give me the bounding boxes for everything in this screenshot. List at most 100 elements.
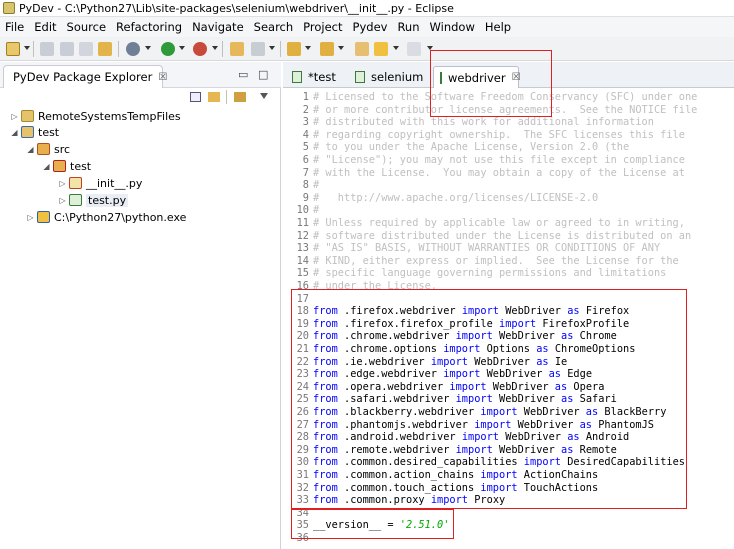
back-icon[interactable] — [374, 42, 388, 56]
comment: # software distributed under the License… — [313, 229, 692, 242]
line-number: 4 — [302, 128, 309, 141]
pin-dropdown-icon[interactable] — [269, 46, 275, 50]
python-init-icon — [69, 177, 82, 189]
menu-search[interactable]: Search — [249, 20, 299, 34]
menu-source[interactable]: Source — [62, 20, 112, 34]
menu-edit[interactable]: Edit — [29, 20, 61, 34]
maximize-icon[interactable]: □ — [258, 68, 268, 81]
external-tools-dropdown-icon[interactable] — [212, 46, 218, 50]
code-line: 14 # KIND, either express or implied. See… — [283, 255, 679, 268]
code-line: 5 # to you under the Apache License, Vers… — [283, 141, 629, 154]
line-number: 1 — [302, 91, 309, 103]
code-line: 13 # "AS IS" BASIS, WITHOUT WARRANTIES OR… — [283, 242, 661, 255]
new-icon[interactable] — [6, 42, 20, 56]
menu-window[interactable]: Window — [425, 20, 480, 34]
collapse-icon[interactable]: ◢ — [10, 128, 19, 137]
minimize-icon[interactable]: ▭ — [238, 68, 248, 81]
tab-pydev-package-explorer[interactable]: PyDev Package Explorer ☒ — [3, 65, 167, 88]
tree-item-label: test.py — [86, 193, 129, 207]
back-dropdown-icon[interactable] — [393, 46, 399, 50]
line-number: 9 — [302, 191, 309, 204]
menu-refactoring[interactable]: Refactoring — [111, 20, 187, 34]
tree-item-label: RemoteSystemsTempFiles — [38, 109, 181, 123]
tab-selenium[interactable]: selenium — [349, 66, 429, 88]
code-line: 7 # with the License. You may obtain a co… — [283, 167, 685, 180]
toolbar-separator — [222, 41, 223, 57]
comment: # distributed with this work for additio… — [313, 116, 654, 129]
expand-icon[interactable]: ▷ — [10, 112, 19, 121]
expand-icon[interactable]: ▷ — [58, 196, 67, 205]
menu-help[interactable]: Help — [480, 20, 516, 34]
menu-pydev[interactable]: Pydev — [348, 20, 393, 34]
forward-icon[interactable] — [407, 42, 421, 56]
previous-annotation-dropdown-icon[interactable] — [338, 46, 344, 50]
toolbar-separator — [33, 41, 34, 57]
previous-annotation-icon[interactable] — [320, 42, 334, 56]
collapse-icon[interactable]: ◢ — [42, 162, 51, 171]
package-explorer-tabbar: PyDev Package Explorer ☒ ▭ □ — [0, 62, 281, 88]
tree-item-test-py[interactable]: ▷ test.py — [58, 192, 129, 208]
tree-item-python-interpreter[interactable]: ▷ C:\Python27\python.exe — [26, 209, 186, 225]
comment: # Unless required by applicable law or a… — [313, 217, 685, 229]
run-icon[interactable] — [161, 42, 175, 56]
menu-project[interactable]: Project — [298, 20, 347, 34]
pin-icon[interactable] — [251, 42, 265, 56]
tree-item-label: test — [70, 159, 92, 173]
collapse-icon[interactable]: ◢ — [26, 145, 35, 154]
next-annotation-icon[interactable] — [287, 42, 301, 56]
code-line: 9 # http://www.apache.org/licenses/LICENS… — [283, 192, 598, 205]
debug-icon[interactable] — [126, 42, 140, 56]
python-file-icon — [292, 71, 302, 83]
code-line: 10 # — [283, 204, 320, 217]
save-all-icon[interactable] — [60, 42, 74, 56]
next-annotation-dropdown-icon[interactable] — [305, 46, 311, 50]
menu-run[interactable]: Run — [392, 20, 424, 34]
tree-item-remotesystemstempfiles[interactable]: ▷ RemoteSystemsTempFiles — [10, 108, 181, 124]
comment: # regarding copyright ownership. The SFC… — [313, 128, 685, 141]
tree-item-label: __init__.py — [86, 176, 143, 190]
open-folder-icon[interactable] — [230, 42, 244, 56]
source-folder-icon — [37, 143, 50, 155]
run-dropdown-icon[interactable] — [179, 46, 185, 50]
tree-item-test-project[interactable]: ◢ test — [10, 124, 59, 140]
comment: # — [313, 204, 320, 217]
toolbar-separator — [226, 90, 227, 104]
tree-item-init-py[interactable]: ▷ __init__.py — [58, 175, 142, 191]
link-with-editor-icon[interactable] — [208, 92, 220, 102]
tree-item-src[interactable]: ◢ src — [26, 141, 70, 157]
folder-icon — [21, 110, 34, 122]
code-line: 6 # "License"); you may not use this file… — [283, 154, 685, 167]
code-line: 15 # specific language governing permissi… — [283, 267, 667, 280]
debug-dropdown-icon[interactable] — [145, 46, 151, 50]
code-line: 3 # distributed with this work for additi… — [283, 116, 654, 129]
save-icon[interactable] — [40, 42, 54, 56]
code-line: 12 # software distributed under the Licen… — [283, 229, 692, 243]
tree-item-label: src — [54, 142, 71, 156]
menu-bar: File Edit Source Refactoring Navigate Se… — [0, 17, 734, 37]
print-icon[interactable] — [79, 42, 93, 56]
tab-test[interactable]: *test — [286, 66, 342, 88]
comment: # — [313, 179, 320, 192]
menu-navigate[interactable]: Navigate — [187, 20, 249, 34]
tree-item-test-package[interactable]: ◢ test — [42, 158, 91, 174]
external-tools-icon[interactable] — [193, 42, 207, 56]
line-number: 15 — [296, 267, 309, 280]
line-number: 14 — [296, 254, 309, 267]
comment: # http://www.apache.org/licenses/LICENSE… — [313, 191, 599, 204]
menu-file[interactable]: File — [0, 20, 29, 34]
collapse-all-icon[interactable] — [190, 92, 201, 102]
new-dropdown-icon[interactable] — [24, 46, 30, 50]
explorer-tab-label: PyDev Package Explorer — [13, 70, 153, 84]
last-edit-icon[interactable] — [355, 42, 369, 56]
toolbar-separator — [118, 41, 119, 57]
open-type-icon[interactable] — [98, 42, 112, 56]
comment: # with the License. You may obtain a cop… — [313, 166, 685, 179]
title-bar: PyDev - C:\Python27\Lib\site-packages\se… — [0, 0, 734, 17]
expand-icon[interactable]: ▷ — [58, 179, 67, 188]
expand-icon[interactable]: ▷ — [26, 213, 35, 222]
filter-icon[interactable] — [234, 92, 246, 102]
close-icon[interactable]: ☒ — [158, 72, 167, 83]
comment: # "AS IS" BASIS, WITHOUT WARRANTIES OR C… — [313, 242, 661, 255]
toolbar-separator — [280, 41, 281, 57]
view-menu-icon[interactable] — [260, 93, 268, 99]
